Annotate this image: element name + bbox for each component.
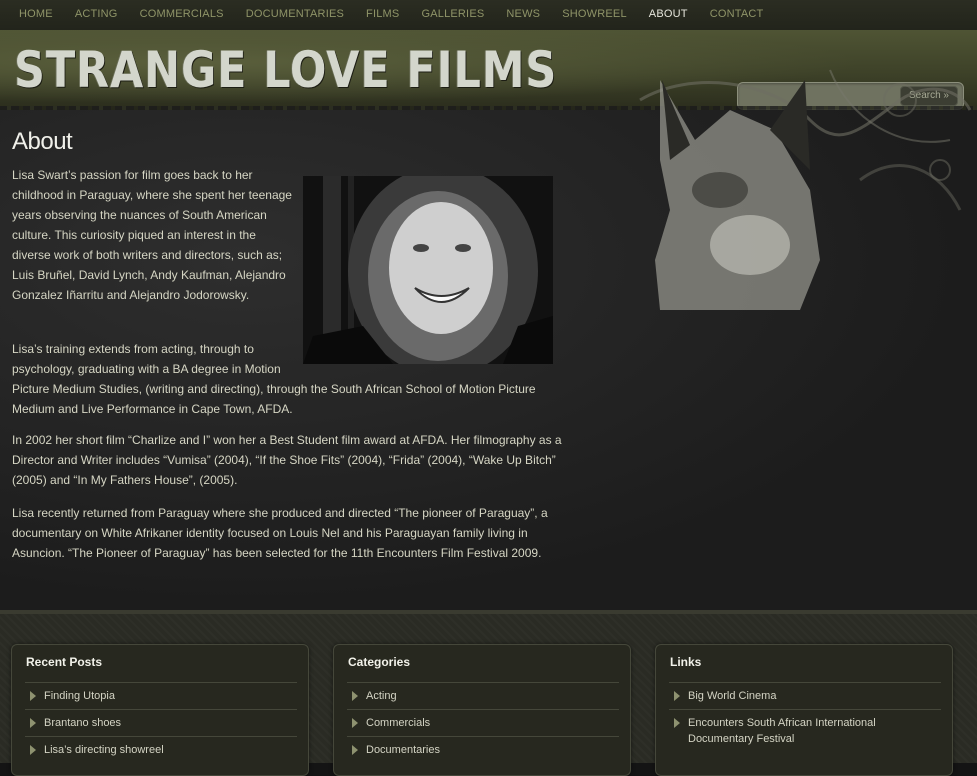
nav-commercials[interactable]: COMMERCIALS — [129, 0, 235, 29]
arrow-right-icon — [674, 718, 680, 728]
arrow-right-icon — [352, 745, 358, 755]
about-paragraph-4: Lisa recently returned from Paraguay whe… — [12, 506, 548, 560]
external-link[interactable]: Encounters South African International D… — [688, 717, 876, 745]
nav-about[interactable]: ABOUT — [638, 0, 699, 29]
search-input[interactable] — [744, 87, 898, 105]
nav-news[interactable]: NEWS — [495, 0, 551, 29]
categories-widget: Categories Acting Commercials Documentar… — [333, 644, 631, 776]
nav-acting[interactable]: ACTING — [64, 0, 129, 29]
nav-showreel[interactable]: SHOWREEL — [551, 0, 638, 29]
list-item[interactable]: Big World Cinema — [669, 682, 941, 709]
portrait-illustration — [303, 176, 553, 364]
category-link[interactable]: Acting — [366, 690, 397, 702]
nav-home[interactable]: HOME — [8, 0, 64, 29]
about-paragraph-2-start: Lisa’s training extends from acting, thr… — [12, 342, 281, 376]
list-item[interactable]: Encounters South African International D… — [669, 709, 941, 752]
site-logo[interactable]: STRANGE LOVE FILMS — [14, 40, 557, 100]
portrait-photo — [303, 176, 553, 364]
nav-contact[interactable]: CONTACT — [699, 0, 775, 29]
category-link[interactable]: Documentaries — [366, 744, 440, 756]
post-link[interactable]: Finding Utopia — [44, 690, 115, 702]
post-link[interactable]: Lisa’s directing showreel — [44, 744, 164, 756]
page-title: About — [12, 128, 73, 155]
search-button[interactable]: Search » — [899, 86, 958, 106]
main-navigation: HOME ACTING COMMERCIALS DOCUMENTARIES FI… — [0, 0, 977, 31]
category-link[interactable]: Commercials — [366, 717, 430, 729]
list-item[interactable]: Commercials — [347, 709, 619, 736]
about-paragraph-2-end: Picture Medium Studies, (writing and dir… — [12, 382, 536, 416]
footer-widgets: Recent Posts Finding Utopia Brantano sho… — [0, 610, 977, 776]
list-item[interactable]: Acting — [347, 682, 619, 709]
list-item[interactable]: Brantano shoes — [25, 709, 297, 736]
recent-posts-widget: Recent Posts Finding Utopia Brantano sho… — [11, 644, 309, 776]
categories-list: Acting Commercials Documentaries — [347, 682, 619, 763]
recent-posts-list: Finding Utopia Brantano shoes Lisa’s dir… — [25, 682, 297, 763]
nav-films[interactable]: FILMS — [355, 0, 410, 29]
nav-list: HOME ACTING COMMERCIALS DOCUMENTARIES FI… — [0, 0, 977, 29]
nav-galleries[interactable]: GALLERIES — [410, 0, 495, 29]
recent-posts-title: Recent Posts — [26, 655, 103, 669]
about-paragraph-3: In 2002 her short film “Charlize and I” … — [12, 433, 562, 487]
arrow-right-icon — [30, 691, 36, 701]
post-link[interactable]: Brantano shoes — [44, 717, 121, 729]
arrow-right-icon — [352, 718, 358, 728]
main-content: About Lisa Swart’s passion for film goes… — [0, 110, 977, 610]
arrow-right-icon — [674, 691, 680, 701]
links-title: Links — [670, 655, 702, 669]
arrow-right-icon — [30, 718, 36, 728]
external-link[interactable]: Big World Cinema — [688, 690, 776, 702]
categories-title: Categories — [348, 655, 411, 669]
arrow-right-icon — [352, 691, 358, 701]
links-widget: Links Big World Cinema Encounters South … — [655, 644, 953, 776]
links-list: Big World Cinema Encounters South Africa… — [669, 682, 941, 752]
about-paragraph-1: Lisa Swart’s passion for film goes back … — [12, 168, 292, 302]
site-header: STRANGE LOVE FILMS Search » — [0, 30, 977, 116]
nav-documentaries[interactable]: DOCUMENTARIES — [235, 0, 355, 29]
arrow-right-icon — [30, 745, 36, 755]
list-item[interactable]: Finding Utopia — [25, 682, 297, 709]
